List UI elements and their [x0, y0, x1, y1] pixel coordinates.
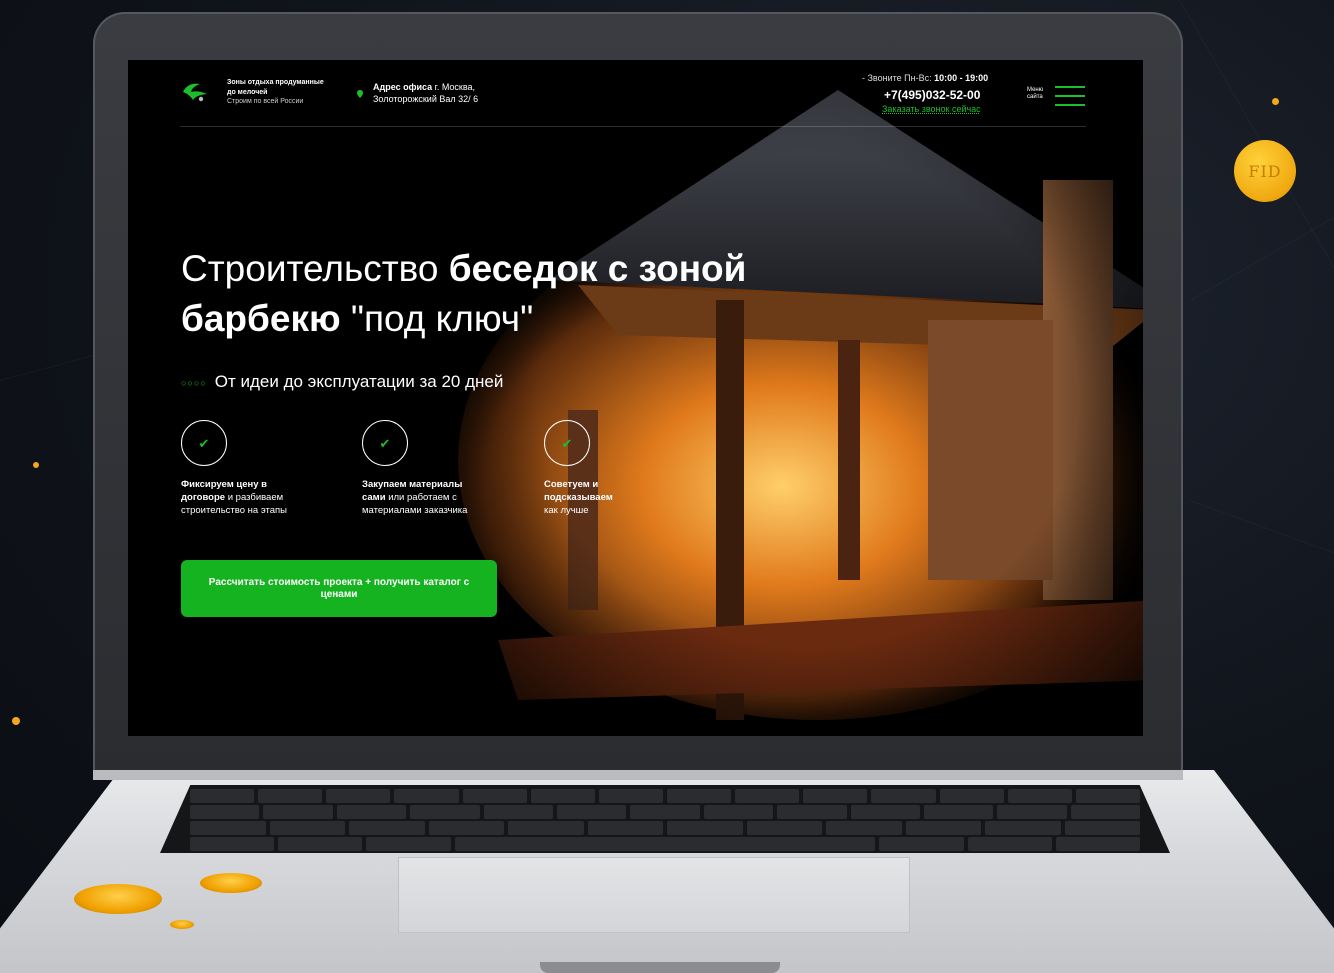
- feature-regular: и разбиваем: [225, 492, 284, 503]
- decor-dot: [12, 717, 20, 725]
- feature-bold: подсказываем: [544, 492, 613, 503]
- title-regular: Строительство: [181, 248, 449, 289]
- logo-icon[interactable]: [180, 80, 210, 104]
- coin-icon: FID: [1234, 140, 1296, 202]
- tagline: Зоны отдыха продуманные до мелочей Строи…: [227, 78, 357, 107]
- feature-bold: Фиксируем цену в: [181, 479, 267, 490]
- laptop-keyboard: [160, 785, 1170, 853]
- address-label: Адрес офиса: [373, 82, 433, 92]
- feature-bold: Закупаем материалы: [362, 479, 463, 490]
- calculate-cost-button[interactable]: Рассчитать стоимость проекта + получить …: [181, 560, 497, 617]
- title-regular: "под ключ": [340, 298, 534, 339]
- address-city: г. Москва,: [432, 82, 476, 92]
- feature-item: ✔ Советуем и подсказываем как лучше: [544, 420, 694, 517]
- title-bold: барбекю: [181, 298, 341, 339]
- feature-item: ✔ Закупаем материалы сами или работаем с…: [362, 420, 512, 517]
- feature-bold: договоре: [181, 492, 226, 503]
- office-address: Адрес офиса г. Москва, Золоторожский Вал…: [373, 81, 523, 105]
- menu-label: Меню сайта: [1027, 87, 1049, 101]
- laptop-hinge: [93, 770, 1183, 780]
- menu-label-line: Меню: [1027, 87, 1044, 93]
- feature-regular: как лучше: [544, 505, 589, 516]
- address-street: Золоторожский Вал 32/ 6: [373, 94, 479, 104]
- feature-text: Фиксируем цену в договоре и разбиваем ст…: [181, 478, 331, 517]
- tagline-line: до мелочей: [227, 88, 268, 96]
- phone-number[interactable]: +7(495)032-52-00: [884, 88, 980, 102]
- hours-value: 10:00 - 19:00: [931, 73, 989, 83]
- location-pin-icon: [357, 90, 363, 98]
- decor-dot: [33, 462, 39, 468]
- feature-regular: или работаем с: [385, 492, 457, 503]
- hero-subtitle: ○○○○ От идеи до эксплуатации за 20 дней: [181, 372, 503, 392]
- coin-icon: [170, 920, 194, 929]
- hero-title: Строительство беседок с зоной барбекю "п…: [181, 244, 861, 344]
- subtitle-text: От идеи до эксплуатации за 20 дней: [214, 372, 504, 391]
- feature-regular: строительство на этапы: [181, 505, 287, 516]
- feature-item: ✔ Фиксируем цену в договоре и разбиваем …: [181, 420, 331, 517]
- hamburger-menu-icon[interactable]: [1055, 86, 1085, 106]
- laptop-front-notch: [540, 962, 780, 973]
- coin-icon: [74, 884, 162, 914]
- website-screen: Зоны отдыха продуманные до мелочей Строи…: [128, 60, 1143, 736]
- hours-prefix: - Звоните Пн-Вс:: [862, 73, 932, 83]
- callback-link[interactable]: Заказать звонок сейчас: [882, 104, 981, 114]
- feature-bold: сами: [362, 492, 386, 503]
- menu-label-line: сайта: [1027, 94, 1043, 100]
- feature-text: Закупаем материалы сами или работаем с м…: [362, 478, 512, 517]
- work-hours: - Звоните Пн-Вс: 10:00 - 19:00: [862, 73, 988, 83]
- site-header: Зоны отдыха продуманные до мелочей Строи…: [180, 68, 1086, 127]
- check-icon: ✔: [544, 420, 590, 466]
- subtitle-dots: ○○○○: [181, 377, 207, 388]
- tagline-subtext: Строим по всей России: [227, 98, 304, 105]
- feature-bold: Советуем и: [544, 479, 599, 490]
- coin-icon: [200, 873, 262, 893]
- decor-dot: [1272, 98, 1279, 105]
- coin-label: FID: [1248, 161, 1282, 181]
- background-line: [1189, 500, 1334, 604]
- title-bold: беседок с зоной: [448, 248, 747, 289]
- pavilion-photo: [458, 80, 1143, 720]
- check-icon: ✔: [362, 420, 408, 466]
- laptop-trackpad: [398, 857, 910, 933]
- tagline-line: Зоны отдыха продуманные: [227, 79, 324, 86]
- check-icon: ✔: [181, 420, 227, 466]
- feature-text: Советуем и подсказываем как лучше: [544, 478, 694, 517]
- feature-regular: материалами заказчика: [362, 505, 468, 516]
